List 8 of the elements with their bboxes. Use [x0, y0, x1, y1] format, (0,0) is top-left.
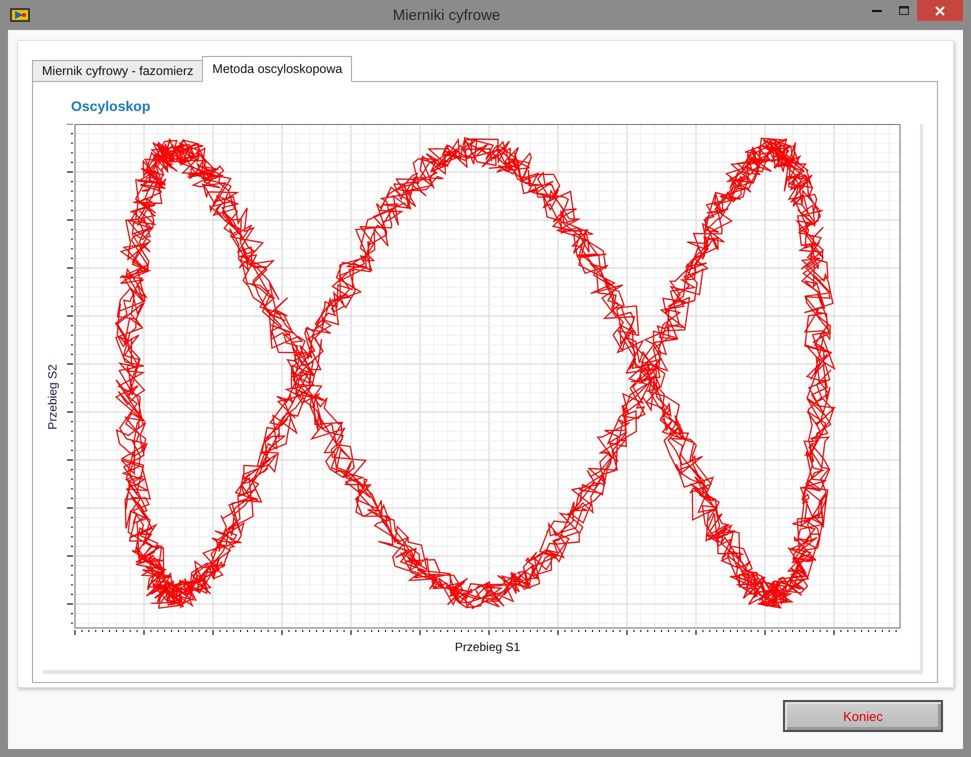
tab[interactable]: Metoda oscyloskopowa — [202, 56, 352, 82]
close-button[interactable] — [917, 0, 963, 21]
window-title: Mierniki cyfrowe — [392, 6, 502, 24]
tab[interactable]: Miernik cyfrowy - fazomierz — [32, 60, 204, 82]
x-axis-label: Przebieg S1 — [454, 640, 520, 654]
close-icon — [935, 6, 945, 16]
graph-title: Oscyloskop — [71, 98, 152, 116]
y-axis-label: Przebieg S2 — [46, 364, 60, 430]
